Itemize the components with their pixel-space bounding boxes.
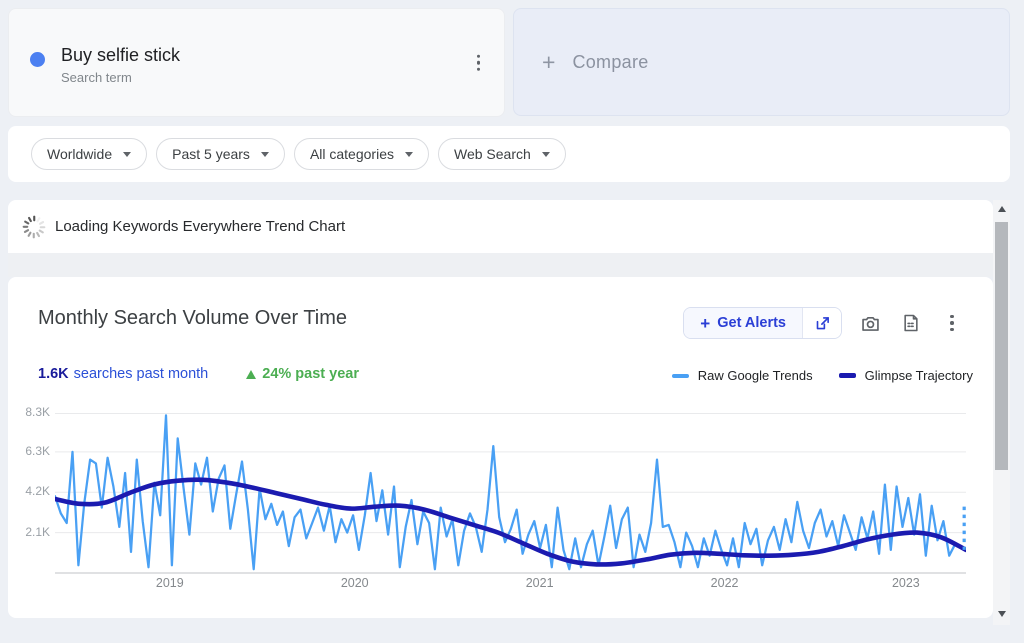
kebab-icon: [944, 309, 960, 338]
get-alerts-label: Get Alerts: [717, 315, 786, 331]
category-filter-label: All categories: [310, 146, 394, 162]
term-card-menu-button[interactable]: [471, 48, 487, 77]
triangle-down-icon: [998, 611, 1006, 617]
x-axis-label: 2019: [142, 576, 198, 590]
y-axis-label: 4.2K: [14, 484, 50, 498]
time-filter-dropdown[interactable]: Past 5 years: [156, 138, 285, 170]
chart-title: Monthly Search Volume Over Time: [38, 307, 347, 330]
trends-widget-area: Loading Keywords Everywhere Trend Chart …: [8, 200, 993, 643]
open-external-button[interactable]: [802, 308, 841, 338]
search-term-card: Buy selfie stick Search term: [8, 8, 505, 117]
chevron-down-icon: [542, 152, 550, 157]
legend-item-raw: Raw Google Trends: [672, 368, 813, 383]
legend-swatch-raw: [672, 374, 689, 378]
get-alerts-button[interactable]: + Get Alerts: [684, 308, 802, 338]
scroll-down-button[interactable]: [993, 606, 1010, 622]
csv-file-icon: [901, 313, 921, 333]
widget-scrollbar[interactable]: [993, 200, 1010, 625]
y-axis-label: 6.3K: [14, 444, 50, 458]
y-axis-label: 8.3K: [14, 405, 50, 419]
monthly-volume-value: 1.6K: [38, 366, 69, 382]
external-link-icon: [815, 316, 830, 331]
chart-legend: Raw Google Trends Glimpse Trajectory: [672, 368, 973, 383]
search-volume-chart-card: Monthly Search Volume Over Time + Get Al…: [8, 277, 993, 618]
compare-label: Compare: [572, 52, 648, 73]
add-comparison-card[interactable]: + Compare: [513, 8, 1010, 116]
section-divider: [8, 253, 993, 277]
category-filter-dropdown[interactable]: All categories: [294, 138, 429, 170]
x-axis-label: 2021: [512, 576, 568, 590]
legend-item-trajectory: Glimpse Trajectory: [839, 368, 973, 383]
camera-icon: [860, 313, 881, 334]
volume-stats: 1.6K searches past month 24% past year: [38, 366, 359, 382]
triangle-up-icon: [998, 206, 1006, 212]
chart-menu-button[interactable]: [939, 310, 965, 336]
export-csv-button[interactable]: [898, 310, 924, 336]
chart-header-actions: + Get Alerts: [683, 307, 965, 339]
search-term-subtitle: Search term: [61, 70, 132, 85]
time-filter-label: Past 5 years: [172, 146, 250, 162]
search-type-filter-dropdown[interactable]: Web Search: [438, 138, 566, 170]
legend-swatch-trajectory: [839, 373, 856, 378]
y-axis-label: 2.1K: [14, 525, 50, 539]
geo-filter-label: Worldwide: [47, 146, 112, 162]
google-trends-page: Buy selfie stick Search term + Compare W…: [0, 0, 1024, 643]
loading-spinner-icon: [21, 214, 47, 240]
chevron-down-icon: [405, 152, 413, 157]
kebab-icon: [477, 54, 481, 58]
plus-icon: +: [542, 51, 555, 74]
monthly-volume-label: searches past month: [74, 366, 209, 382]
loading-banner: Loading Keywords Everywhere Trend Chart: [8, 200, 993, 253]
yearly-trend-text: 24% past year: [262, 366, 359, 382]
loading-text: Loading Keywords Everywhere Trend Chart: [55, 218, 345, 235]
scrollbar-thumb[interactable]: [995, 222, 1008, 470]
series-color-dot: [30, 52, 45, 67]
x-axis-label: 2023: [878, 576, 934, 590]
chevron-down-icon: [261, 152, 269, 157]
trend-line-chart[interactable]: [55, 405, 966, 575]
get-alerts-control: + Get Alerts: [683, 307, 842, 339]
trend-up-icon: [246, 370, 256, 379]
x-axis-label: 2022: [697, 576, 753, 590]
search-type-filter-label: Web Search: [454, 146, 531, 162]
chevron-down-icon: [123, 152, 131, 157]
screenshot-button[interactable]: [857, 310, 883, 336]
scroll-up-button[interactable]: [993, 201, 1010, 217]
filter-bar: Worldwide Past 5 years All categories We…: [8, 126, 1010, 182]
geo-filter-dropdown[interactable]: Worldwide: [31, 138, 147, 170]
search-term-title: Buy selfie stick: [61, 45, 180, 66]
plus-icon: +: [700, 315, 710, 332]
x-axis-label: 2020: [327, 576, 383, 590]
